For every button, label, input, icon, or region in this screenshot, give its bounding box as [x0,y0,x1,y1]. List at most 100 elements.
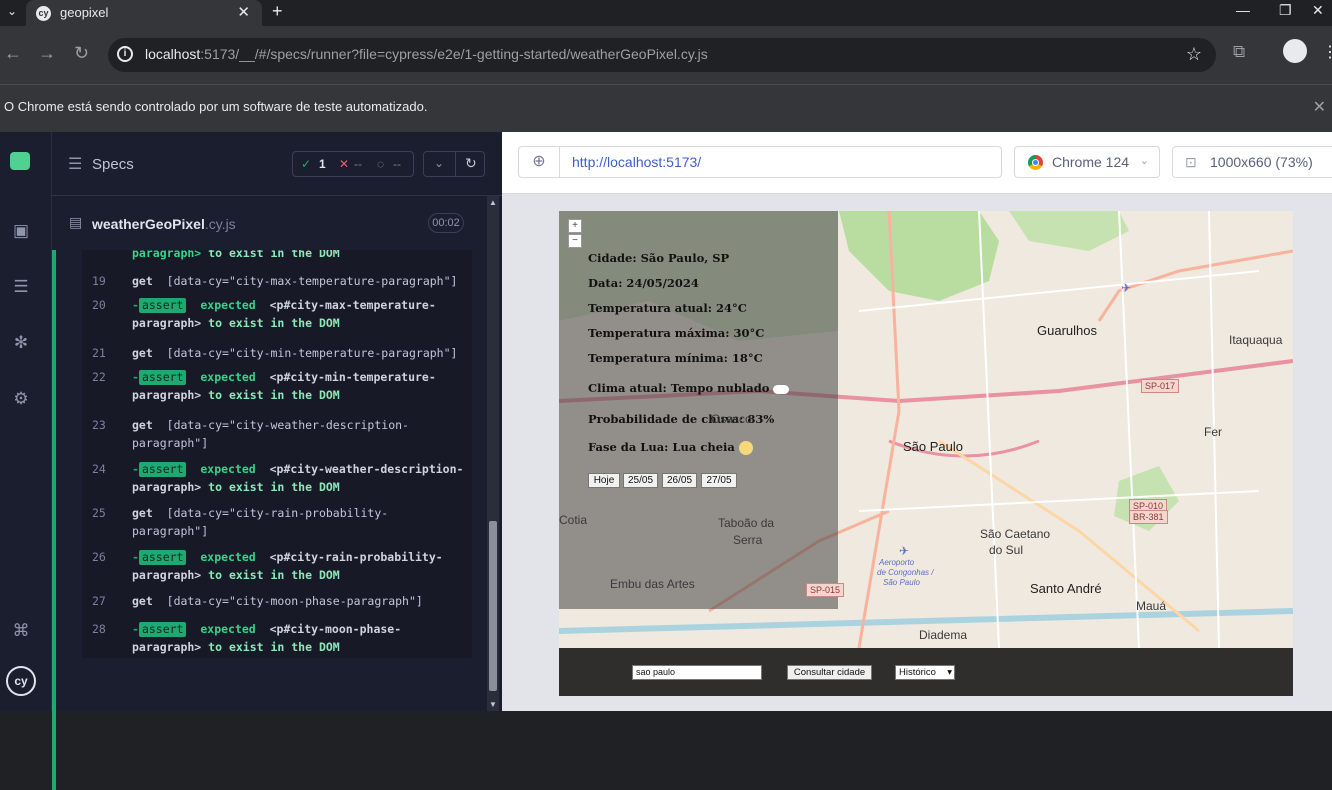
cypress-sidebar: ▣ ☰ ✻ ⚙ ⌘ cy [0,132,52,711]
road-shield-sp-015: SP-015 [806,583,845,597]
search-bar: sao paulo Consultar cidade Histórico ▾ [559,648,1293,696]
city-temperature-paragraph: Temperatura atual: 24°C [588,301,747,315]
city-min-temperature-paragraph: Temperatura mínima: 18°C [588,351,763,365]
back-icon[interactable]: ← [4,43,22,64]
command-number: 19 [92,274,106,288]
passed-icon: ✓ [301,157,312,171]
close-window-icon[interactable]: ✕ [1312,2,1324,19]
extensions-icon[interactable]: ⧉ [1233,42,1245,62]
airport-icon: ✈ [1121,281,1132,295]
scroll-down-icon[interactable]: ▼ [489,700,497,709]
map-label-sao-caetano: São Caetano [980,527,1051,541]
toolbar: ← → ↻ i localhost:5173/__/#/specs/runner… [0,26,1332,84]
site-info-icon[interactable]: i [117,46,133,62]
map-label-diadema: Diadema [919,628,968,642]
day-button-2605[interactable]: 26/05 [662,473,697,488]
runs-icon[interactable]: ▣ [10,220,32,242]
test-stats: ✓ 1 ✕ -- ◌ -- [292,151,414,177]
zoom-in-button[interactable]: + [568,219,582,233]
command-body: - assert expected <p#city-max-temperature… [132,298,436,330]
new-tab-icon[interactable]: + [272,1,283,22]
map-label-maua: Mauá [1136,599,1167,613]
minimize-icon[interactable]: — [1236,2,1250,18]
url-path: :5173/__/#/specs/runner?file=cypress/e2e… [200,46,708,62]
tab-search-icon[interactable]: ⌄ [7,4,17,18]
command-number: 21 [92,346,106,360]
reporter-scrollbar[interactable]: ▲ ▼ [487,196,499,711]
tab-title: geopixel [60,5,109,20]
map[interactable]: + − Cidade: São Paulo, SP Data: 24/05/20… [559,211,1293,648]
file-icon: ▤ [69,214,83,230]
project-icon[interactable] [10,152,30,170]
divider [455,152,456,176]
command-log: paragraph> to exist in the DOM 19 get [dat… [52,250,484,790]
viewport-label: 1000x660 (73%) [1210,154,1313,170]
settings-gear-icon[interactable]: ⚙ [10,388,32,410]
map-label-serra: Serra [733,533,763,547]
command-number: 27 [92,594,106,608]
day-button-2505[interactable]: 25/05 [623,473,658,488]
infobar-close-icon[interactable]: ✕ [1313,97,1326,117]
command-number: 24 [92,462,106,476]
maximize-icon[interactable]: ❐ [1279,2,1292,19]
forward-icon[interactable]: → [38,43,56,64]
command-body: get [data-cy="city-max-temperature-parag… [132,274,458,288]
aut-panel: ⊕ http://localhost:5173/ Chrome 124 ⌄ ⊡ … [502,132,1332,711]
consult-city-button[interactable]: Consultar cidade [787,665,872,680]
automation-infobar: O Chrome está sendo controlado por um so… [0,84,1332,132]
cloud-icon [773,384,790,394]
specs-menu-icon[interactable]: ☰ [68,154,82,174]
tab-strip: ⌄ cy geopixel ✕ + — ❐ ✕ [0,0,1332,26]
map-label-sao-paulo: São Paulo [903,439,963,454]
chrome-logo-icon [1028,155,1043,170]
command-number: 28 [92,622,106,636]
history-select[interactable]: Histórico ▾ [895,665,955,680]
command-body: get [data-cy="city-min-temperature-parag… [132,346,458,360]
command-number: 26 [92,550,106,564]
command-body: - assert expected <p#city-min-temperature… [132,370,436,402]
command-reporter: ☰ Specs ✓ 1 ✕ -- ◌ -- ⌄ ↻ ▤ weatherGeoPi… [52,132,502,790]
chevron-down-icon: ⌄ [1139,155,1149,167]
browser-tab[interactable]: cy geopixel ✕ [26,0,262,26]
city-weather-description-paragraph: Clima atual: Tempo nublado [588,381,790,395]
map-label-embu: Embu das Artes [610,577,695,591]
city-input[interactable]: sao paulo [632,665,762,680]
day-button-today[interactable]: Hoje [588,473,620,488]
spec-ext: .cy.js [204,216,236,232]
address-url[interactable]: localhost:5173/__/#/specs/runner?file=cy… [145,46,708,62]
day-button-2705[interactable]: 27/05 [701,473,737,488]
address-bar[interactable]: i localhost:5173/__/#/specs/runner?file=… [108,38,1216,72]
debug-bug-icon[interactable]: ✻ [10,332,32,354]
command-body: get [data-cy="city-moon-phase-paragraph"… [132,594,423,608]
road-shield-sp-017: SP-017 [1141,379,1180,393]
aut-url[interactable]: http://localhost:5173/ [559,146,1002,178]
map-label-santo-andre: Santo André [1030,581,1102,596]
reload-icon[interactable]: ↻ [74,43,89,64]
viewport-selector[interactable]: ⊡ 1000x660 (73%) [1172,146,1332,178]
map-label-congonhas: de Congonhas / [877,568,934,577]
specs-title[interactable]: Specs [92,156,134,173]
scrollbar-thumb[interactable] [489,521,497,691]
url-host: localhost [145,46,201,62]
zoom-out-button[interactable]: − [568,234,582,248]
rerun-icon[interactable]: ↻ [465,155,477,172]
forest-area-east [1009,211,1129,251]
profile-avatar-icon[interactable] [1283,39,1307,63]
command-body: get [data-cy="city-rain-probability-para… [132,506,389,538]
keyboard-shortcuts-icon[interactable]: ⌘ [10,620,32,642]
city-max-temperature-paragraph: Temperatura máxima: 30°C [588,326,765,340]
map-label-taboao: Taboão da [718,516,775,530]
bookmark-star-icon[interactable]: ☆ [1186,44,1202,65]
close-tab-icon[interactable]: ✕ [237,3,250,21]
scroll-up-icon[interactable]: ▲ [489,198,497,207]
chevron-down-icon[interactable]: ⌄ [434,156,444,170]
browser-selector[interactable]: Chrome 124 ⌄ [1014,146,1160,178]
specs-list-icon[interactable]: ☰ [10,276,32,298]
road-shield-br-381: BR-381 [1129,510,1168,524]
chrome-menu-icon[interactable]: ⋮ [1322,42,1332,62]
specs-header: ☰ Specs ✓ 1 ✕ -- ◌ -- ⌄ ↻ [52,132,502,196]
failed-count: -- [354,157,362,171]
command-body: - assert expected <p#city-rain-probabilit… [132,550,443,582]
command-number: 23 [92,418,106,432]
selector-playground-icon[interactable]: ⊕ [518,146,560,178]
